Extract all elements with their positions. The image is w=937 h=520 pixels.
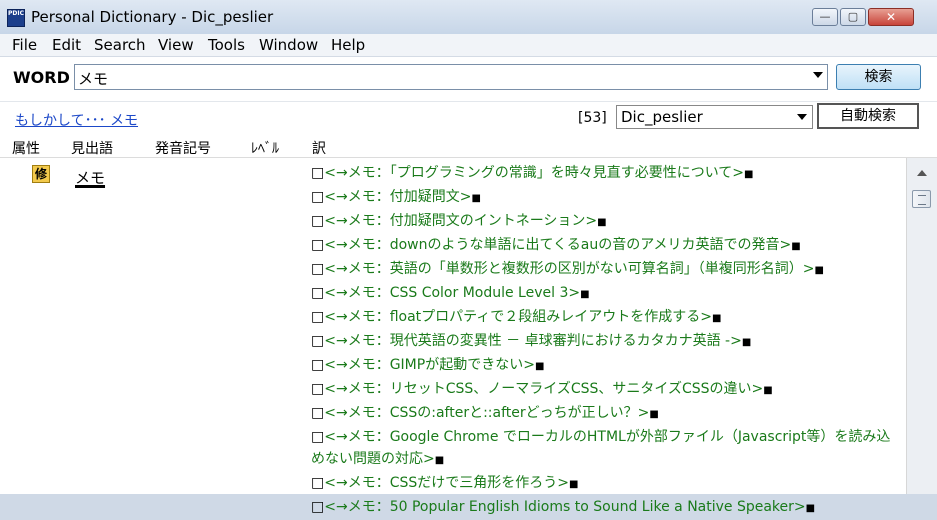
checkbox-icon: □ (311, 189, 325, 205)
definition-text: <→メモ：50 Popular English Idioms to Sound … (324, 499, 806, 515)
checkbox-icon: □ (311, 261, 325, 277)
chevron-down-icon[interactable] (797, 114, 807, 120)
menu-window[interactable]: Window (259, 36, 318, 54)
scroll-thumb[interactable] (912, 190, 931, 208)
maximize-icon: ▢ (847, 10, 859, 23)
end-mark-icon: ■ (814, 265, 824, 276)
end-mark-icon: ■ (568, 479, 579, 490)
close-icon: ✕ (885, 10, 897, 24)
definition-line[interactable]: □<→メモ：CSSの:afterと::afterどっちが正しい？>■ (311, 402, 901, 426)
end-mark-icon: ■ (763, 385, 773, 396)
menu-help[interactable]: Help (331, 36, 365, 54)
checkbox-icon: □ (311, 381, 325, 397)
close-button[interactable]: ✕ (868, 8, 914, 26)
result-count: [53] (578, 110, 607, 126)
scroll-up-icon[interactable] (912, 164, 932, 182)
column-translation[interactable]: 訳 (312, 138, 326, 158)
word-label: WORD (13, 68, 70, 87)
checkbox-icon: □ (311, 285, 325, 301)
word-input[interactable]: メモ (74, 64, 828, 90)
menu-search[interactable]: Search (94, 36, 146, 54)
end-mark-icon: ■ (791, 241, 801, 252)
checkbox-icon: □ (311, 499, 325, 515)
dictionary-select[interactable]: Dic_peslier (616, 105, 813, 129)
dictionary-select-value: Dic_peslier (621, 108, 703, 126)
checkbox-icon: □ (311, 237, 325, 253)
definition-text: <→メモ：downのような単語に出てくるauの音のアメリカ英語での発音> (324, 237, 792, 253)
definition-text: <→メモ：CSS Color Module Level 3> (324, 285, 581, 301)
end-mark-icon: ■ (805, 503, 816, 514)
definition-line[interactable]: □<→メモ：downのような単語に出てくるauの音のアメリカ英語での発音>■ (311, 234, 901, 258)
window-title: Personal Dictionary - Dic_peslier (31, 8, 274, 26)
definition-line[interactable]: □<→メモ：CSS Color Module Level 3>■ (311, 282, 901, 306)
attribute-badge: 修 (32, 165, 50, 183)
definition-text: <→メモ：付加疑問文> (324, 189, 472, 205)
checkbox-icon: □ (311, 213, 325, 229)
column-attribute[interactable]: 属性 (12, 138, 40, 158)
column-headword[interactable]: 見出語 (71, 138, 113, 158)
end-mark-icon: ■ (580, 289, 590, 300)
menu-view[interactable]: View (158, 36, 194, 54)
definition-line[interactable]: □<→メモ：floatプロパティで２段組みレイアウトを作成する>■ (311, 306, 901, 330)
grip-icon (918, 195, 926, 205)
definition-text: <→メモ：付加疑問文のイントネーション> (324, 213, 598, 229)
word-input-value: メモ (78, 70, 109, 88)
definition-text: <→メモ：「プログラミングの常識」を時々見直す必要性について> (324, 165, 745, 181)
definition-text: <→メモ：リセットCSS、ノーマライズCSS、サニタイズCSSの違い> (324, 381, 764, 397)
headword[interactable]: メモ (75, 167, 105, 188)
checkbox-icon: □ (311, 429, 325, 445)
end-mark-icon: ■ (471, 193, 481, 204)
vertical-scrollbar[interactable] (906, 158, 937, 494)
definition-text: <→メモ：英語の「単数形と複数形の区別がない可算名詞」（単複同形名詞）> (324, 261, 815, 277)
definition-text: <→メモ：現代英語の変異性 － 卓球審判におけるカタカナ英語 -> (324, 333, 742, 349)
definition-line[interactable]: □<→メモ：現代英語の変異性 － 卓球審判におけるカタカナ英語 ->■ (311, 330, 901, 354)
definition-text: <→メモ：CSSの:afterと::afterどっちが正しい？> (324, 405, 650, 421)
definition-line[interactable]: □<→メモ：リセットCSS、ノーマライズCSS、サニタイズCSSの違い>■ (311, 378, 901, 402)
menu-bar: File Edit Search View Tools Window Help (0, 34, 937, 57)
definition-line[interactable]: □<→メモ：「プログラミングの常識」を時々見直す必要性について>■ (311, 162, 901, 186)
definition-text: <→メモ：Google Chrome でローカルのHTMLが外部ファイル（Jav… (311, 429, 891, 467)
column-header: 属性 見出語 発音記号 ﾚﾍﾞﾙ 訳 (0, 136, 937, 158)
definition-text: <→メモ：floatプロパティで２段組みレイアウトを作成する> (324, 309, 713, 325)
end-mark-icon: ■ (741, 337, 752, 348)
definition-line[interactable]: □<→メモ：付加疑問文>■ (311, 186, 901, 210)
definition-line[interactable]: □<→メモ：Google Chrome でローカルのHTMLが外部ファイル（Ja… (311, 426, 901, 472)
end-mark-icon: ■ (434, 455, 445, 466)
end-mark-icon: ■ (597, 217, 607, 228)
checkbox-icon: □ (311, 475, 325, 491)
minimize-icon: — (819, 10, 831, 23)
menu-file[interactable]: File (12, 36, 37, 54)
column-level[interactable]: ﾚﾍﾞﾙ (251, 138, 279, 158)
definition-line[interactable]: □<→メモ：英語の「単数形と複数形の区別がない可算名詞」（単複同形名詞）>■ (311, 258, 901, 282)
definition-line[interactable]: □<→メモ：付加疑問文のイントネーション>■ (311, 210, 901, 234)
maximize-button[interactable]: ▢ (840, 8, 866, 26)
menu-edit[interactable]: Edit (52, 36, 81, 54)
checkbox-icon: □ (311, 165, 325, 181)
definition-list: □<→メモ：「プログラミングの常識」を時々見直す必要性について>■ □<→メモ：付… (311, 162, 901, 520)
end-mark-icon: ■ (649, 409, 659, 420)
checkbox-icon: □ (311, 405, 325, 421)
auto-search-button[interactable]: 自動検索 (817, 103, 919, 129)
checkbox-icon: □ (311, 333, 325, 349)
app-icon-text: PDIC (8, 10, 25, 17)
column-pronunciation[interactable]: 発音記号 (155, 138, 211, 158)
checkbox-icon: □ (311, 357, 325, 373)
chevron-down-icon[interactable] (813, 72, 823, 78)
definition-line[interactable]: □<→メモ：GIMPが起動できない>■ (311, 354, 901, 378)
definition-line[interactable]: □<→メモ：CSSだけで三角形を作ろう>■ (311, 472, 901, 496)
search-button[interactable]: 検索 (836, 64, 921, 90)
did-you-mean-link[interactable]: もしかして･･･ メモ (15, 110, 138, 130)
definition-text: <→メモ：GIMPが起動できない> (324, 357, 535, 373)
end-mark-icon: ■ (534, 361, 545, 372)
checkbox-icon: □ (311, 309, 325, 325)
end-mark-icon: ■ (744, 169, 754, 180)
app-icon: PDIC (7, 9, 25, 27)
definition-line[interactable]: □<→メモ：50 Popular English Idioms to Sound… (311, 496, 901, 520)
definition-text: <→メモ：CSSだけで三角形を作ろう> (324, 475, 569, 491)
menu-tools[interactable]: Tools (208, 36, 245, 54)
minimize-button[interactable]: — (812, 8, 838, 26)
end-mark-icon: ■ (712, 313, 722, 324)
